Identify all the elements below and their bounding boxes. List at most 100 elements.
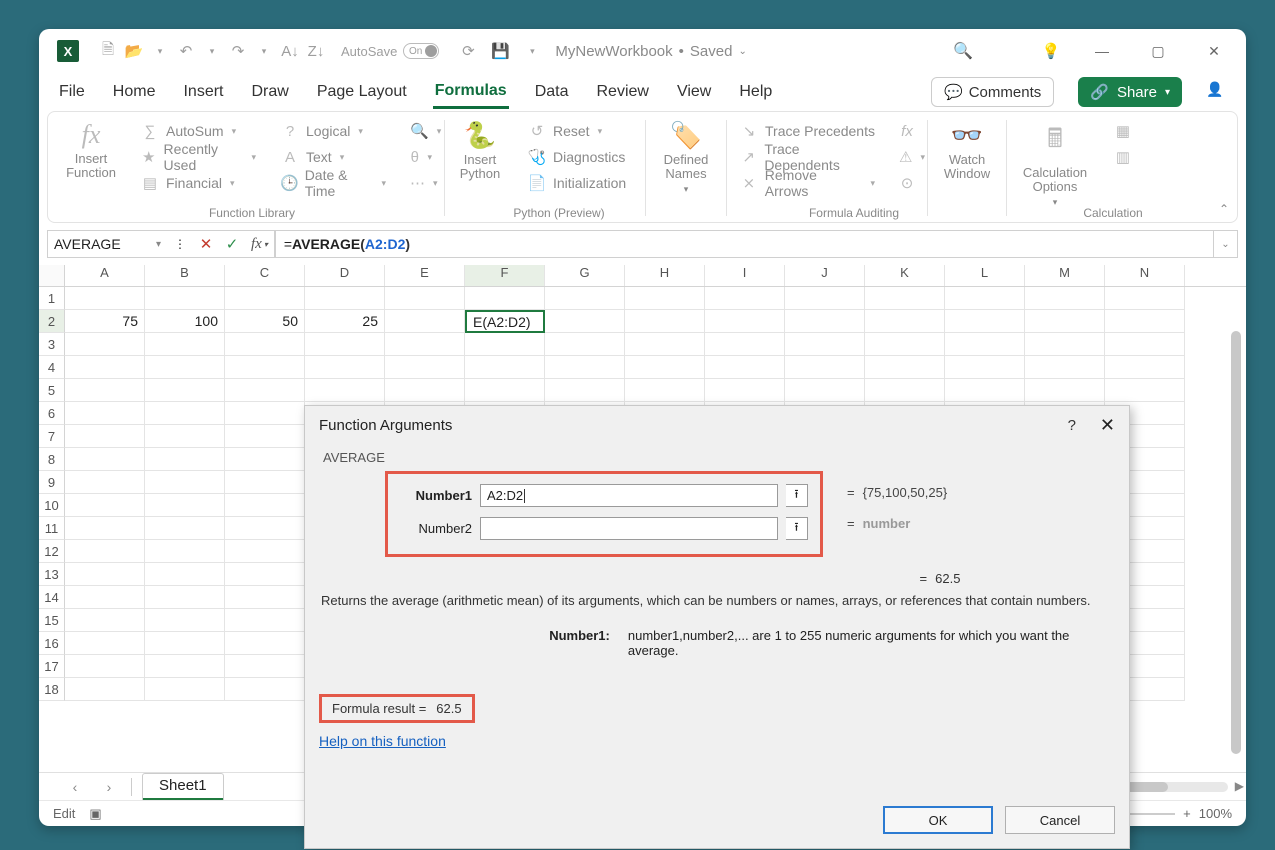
calc-now-button[interactable]: ▦ [1113,118,1133,144]
sheet-prev-icon[interactable]: ‹ [63,779,87,795]
col-header-J[interactable]: J [785,265,865,286]
scroll-right-icon[interactable]: ▶ [1235,779,1244,793]
row-header-8[interactable]: 8 [39,448,65,471]
dialog-help-icon[interactable]: ? [1068,417,1076,434]
dialog-close-icon[interactable]: ✕ [1100,415,1115,436]
scrollbar-thumb[interactable] [1231,331,1241,754]
cell-G1[interactable] [545,287,625,310]
col-header-A[interactable]: A [65,265,145,286]
cell-B10[interactable] [145,494,225,517]
sort-desc-icon[interactable]: Z↓ [307,42,325,60]
help-on-function-link[interactable]: Help on this function [319,733,1115,749]
sync-icon[interactable]: ⟳ [459,42,477,60]
cell-K2[interactable] [865,310,945,333]
financial-button[interactable]: ▤Financial▾ [138,170,258,196]
cancel-button[interactable]: Cancel [1005,806,1115,834]
cell-B12[interactable] [145,540,225,563]
toggle-pill[interactable]: On [403,43,439,59]
cell-J5[interactable] [785,379,865,402]
cell-A9[interactable] [65,471,145,494]
cell-C4[interactable] [225,356,305,379]
zoom-in-icon[interactable]: + [1183,806,1191,821]
new-file-icon[interactable]: 🗎 [99,42,117,60]
col-header-F[interactable]: F [465,265,545,286]
cell-G4[interactable] [545,356,625,379]
cell-B2[interactable]: 100 [145,310,225,333]
fx-button[interactable]: fx▾ [245,231,275,257]
search-icon[interactable]: 🔍 [954,42,972,60]
cell-M5[interactable] [1025,379,1105,402]
cell-K5[interactable] [865,379,945,402]
cell-I4[interactable] [705,356,785,379]
tab-data[interactable]: Data [533,77,571,107]
cell-D5[interactable] [305,379,385,402]
cancel-icon[interactable]: ✕ [193,231,219,257]
name-box[interactable]: AVERAGE ▾ [47,230,167,258]
remove-arrows-button[interactable]: ⨯Remove Arrows▾ [737,170,877,196]
cell-A15[interactable] [65,609,145,632]
cell-F1[interactable] [465,287,545,310]
expand-formula-icon[interactable]: ⌄ [1214,230,1238,258]
cell-L2[interactable] [945,310,1025,333]
tab-file[interactable]: File [57,77,87,107]
cell-E3[interactable] [385,333,465,356]
cell-I3[interactable] [705,333,785,356]
col-header-B[interactable]: B [145,265,225,286]
lightbulb-icon[interactable]: 💡 [1042,42,1060,60]
cell-C6[interactable] [225,402,305,425]
row-header-18[interactable]: 18 [39,678,65,701]
cell-A6[interactable] [65,402,145,425]
share-button[interactable]: 🔗 Share ▾ [1078,77,1182,107]
row-header-5[interactable]: 5 [39,379,65,402]
close-button[interactable]: ✕ [1200,37,1228,65]
cell-G3[interactable] [545,333,625,356]
comments-button[interactable]: 💬 Comments [931,77,1054,107]
col-header-I[interactable]: I [705,265,785,286]
cell-F2[interactable]: E(A2:D2) [465,310,545,333]
tab-draw[interactable]: Draw [249,77,290,107]
cell-M3[interactable] [1025,333,1105,356]
cell-K1[interactable] [865,287,945,310]
cell-I2[interactable] [705,310,785,333]
insert-function-button[interactable]: fx Insert Function [64,118,118,183]
cell-B1[interactable] [145,287,225,310]
calc-options-button[interactable]: 🖩 Calculation Options▾ [1017,118,1093,210]
cell-B8[interactable] [145,448,225,471]
cell-B17[interactable] [145,655,225,678]
cell-K3[interactable] [865,333,945,356]
autosave-toggle[interactable]: AutoSave On [341,43,439,59]
cell-D2[interactable]: 25 [305,310,385,333]
cell-A18[interactable] [65,678,145,701]
chevron-down-icon[interactable]: ▾ [151,42,169,60]
cell-C1[interactable] [225,287,305,310]
cell-C5[interactable] [225,379,305,402]
cell-H3[interactable] [625,333,705,356]
maximize-button[interactable]: ▢ [1144,37,1172,65]
reset-button[interactable]: ↺Reset▾ [525,118,635,144]
select-all-corner[interactable] [39,265,65,286]
sheet-tab-sheet1[interactable]: Sheet1 [142,773,224,800]
col-header-E[interactable]: E [385,265,465,286]
cell-A8[interactable] [65,448,145,471]
cell-A14[interactable] [65,586,145,609]
cell-C11[interactable] [225,517,305,540]
cell-J2[interactable] [785,310,865,333]
show-formulas-button[interactable]: fx [897,118,917,144]
row-header-15[interactable]: 15 [39,609,65,632]
account-icon[interactable]: 👤 [1206,81,1228,103]
dialog-titlebar[interactable]: Function Arguments ? ✕ [305,406,1129,444]
col-header-K[interactable]: K [865,265,945,286]
tab-formulas[interactable]: Formulas [433,76,509,109]
macro-record-icon[interactable]: ▣ [89,806,101,822]
col-header-N[interactable]: N [1105,265,1185,286]
tab-page-layout[interactable]: Page Layout [315,77,409,107]
redo-icon[interactable]: ↷ [229,42,247,60]
cell-A10[interactable] [65,494,145,517]
row-header-13[interactable]: 13 [39,563,65,586]
cell-E5[interactable] [385,379,465,402]
cell-A16[interactable] [65,632,145,655]
cell-H4[interactable] [625,356,705,379]
tab-insert[interactable]: Insert [181,77,225,107]
cell-M1[interactable] [1025,287,1105,310]
cell-I1[interactable] [705,287,785,310]
